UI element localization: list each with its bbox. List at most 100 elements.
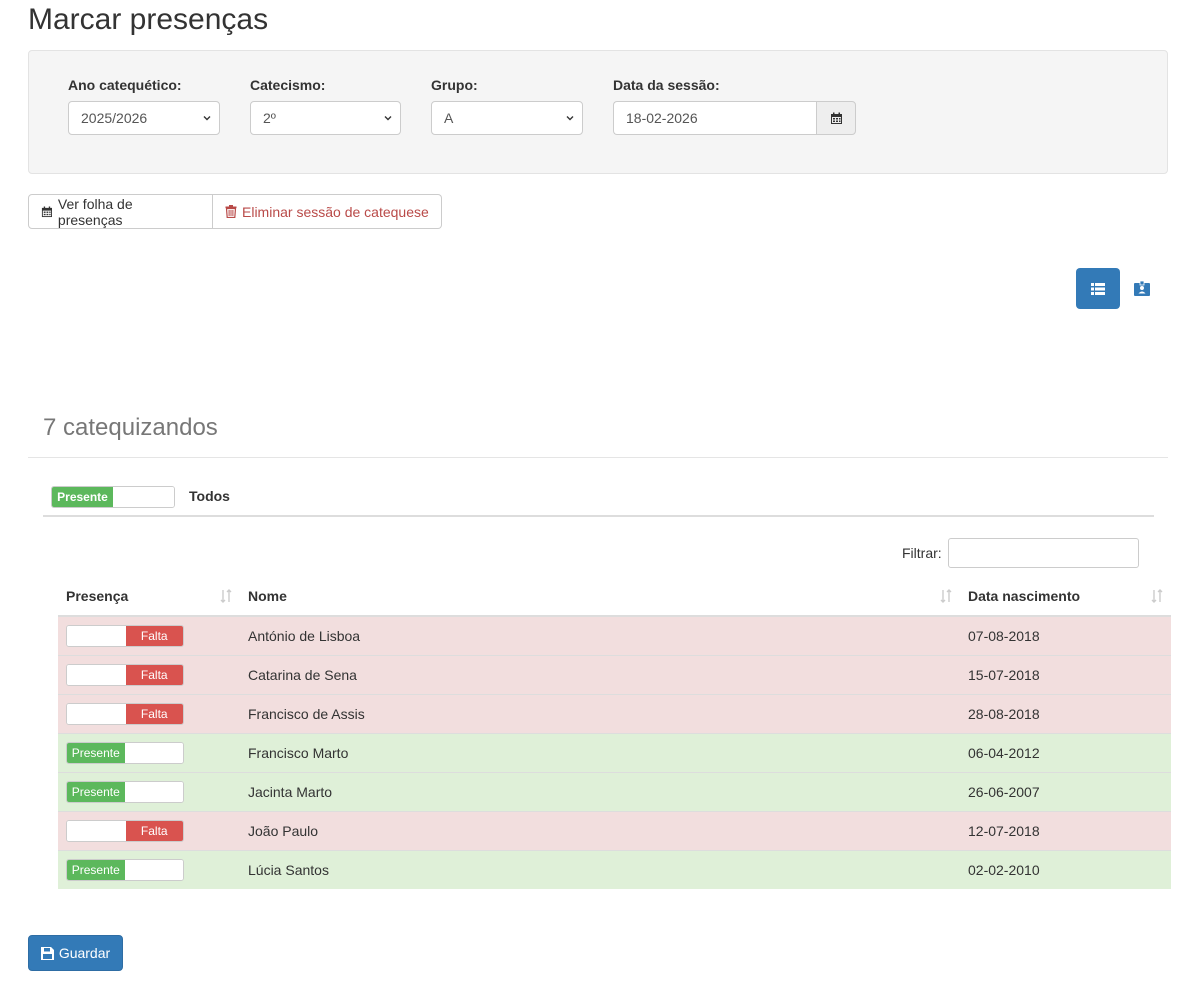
presenca-cell: Presente <box>58 771 240 811</box>
grupo-field: Grupo: A <box>431 76 583 135</box>
nascimento-cell: 02-02-2010 <box>960 849 1171 889</box>
session-actions: Ver folha de presenças Eliminar sessão d… <box>28 194 442 229</box>
presenca-cell: Presente <box>58 732 240 772</box>
data-field: Data da sessão: 18-02-2026 <box>613 76 856 135</box>
trash-icon <box>225 205 237 218</box>
sort-icon <box>940 589 952 603</box>
presenca-state: Falta <box>125 703 183 724</box>
switch-handle <box>113 487 174 507</box>
nome-cell: Francisco de Assis <box>240 693 960 733</box>
presenca-state: Presente <box>67 781 125 802</box>
attendance-table: Presença Nome Data nascimento Falta Antón… <box>58 577 1171 889</box>
presenca-state: Falta <box>125 625 183 646</box>
presenca-state: Presente <box>67 859 125 880</box>
table-row: Falta Catarina de Sena 15-07-2018 <box>58 654 1171 694</box>
presenca-switch[interactable]: Falta <box>66 663 184 686</box>
ver-folha-button[interactable]: Ver folha de presenças <box>28 194 213 229</box>
presenca-state: Falta <box>125 664 183 685</box>
column-header-label: Nome <box>248 588 287 604</box>
toggle-all-switch[interactable]: Presente <box>51 486 175 508</box>
column-header-label: Data nascimento <box>968 588 1081 604</box>
catecismo-value: 2º <box>263 110 276 126</box>
save-label: Guardar <box>58 945 111 961</box>
presenca-switch[interactable]: Presente <box>66 741 184 764</box>
chevron-down-icon <box>566 116 574 121</box>
switch-handle <box>124 781 183 802</box>
presenca-switch[interactable]: Presente <box>66 780 184 803</box>
divider <box>28 457 1168 458</box>
nascimento-cell: 28-08-2018 <box>960 693 1171 733</box>
eliminar-sessao-button[interactable]: Eliminar sessão de catequese <box>213 194 442 229</box>
catequizandos-count: 7 catequizandos <box>43 414 218 441</box>
table-body: Falta António de Lisboa 07-08-2018 Falta Cat… <box>58 615 1171 889</box>
table-row: Presente Jacinta Marto 26-06-2007 <box>58 771 1171 811</box>
nome-cell: Lúcia Santos <box>240 849 960 889</box>
presenca-state: Falta <box>125 820 183 841</box>
sort-icon <box>1151 589 1163 603</box>
list-view-button[interactable] <box>1076 268 1120 309</box>
nome-cell: João Paulo <box>240 810 960 850</box>
column-header-nascimento[interactable]: Data nascimento <box>960 577 1171 617</box>
presenca-cell: Presente <box>58 849 240 889</box>
sort-icon <box>220 589 232 603</box>
table-filter: Filtrar: <box>902 538 1139 568</box>
nascimento-cell: 06-04-2012 <box>960 732 1171 772</box>
nascimento-cell: 12-07-2018 <box>960 810 1171 850</box>
catecismo-field: Catecismo: 2º <box>250 76 401 135</box>
presenca-state: Presente <box>67 742 125 763</box>
nome-cell: António de Lisboa <box>240 615 960 655</box>
save-button[interactable]: Guardar <box>28 935 123 971</box>
presenca-switch[interactable]: Falta <box>66 702 184 725</box>
presenca-cell: Falta <box>58 615 240 655</box>
presenca-switch[interactable]: Presente <box>66 858 184 881</box>
ano-field: Ano catequético: 2025/2026 <box>68 76 220 135</box>
table-row: Falta Francisco de Assis 28-08-2018 <box>58 693 1171 733</box>
table-row: Falta António de Lisboa 07-08-2018 <box>58 615 1171 655</box>
toggle-all-label: Todos <box>189 488 230 504</box>
column-header-presenca[interactable]: Presença <box>58 577 240 617</box>
column-header-label: Presença <box>66 588 129 604</box>
table-header-row: Presença Nome Data nascimento <box>58 577 1171 617</box>
filter-label: Filtrar: <box>902 545 942 561</box>
card-view-button[interactable] <box>1120 268 1164 309</box>
table-row: Presente Francisco Marto 06-04-2012 <box>58 732 1171 772</box>
switch-handle <box>67 664 126 685</box>
floppy-disk-icon <box>40 946 54 960</box>
toggle-all-state: Presente <box>52 487 113 507</box>
eliminar-sessao-label: Eliminar sessão de catequese <box>242 203 429 220</box>
ano-value: 2025/2026 <box>81 110 148 126</box>
switch-handle <box>67 820 126 841</box>
nascimento-cell: 15-07-2018 <box>960 654 1171 694</box>
filter-input[interactable] <box>947 538 1139 568</box>
presenca-switch[interactable]: Falta <box>66 624 184 647</box>
toggle-all-row: Presente Todos <box>43 476 1154 517</box>
nascimento-cell: 07-08-2018 <box>960 615 1171 655</box>
grupo-select[interactable]: A <box>431 101 583 135</box>
presenca-switch[interactable]: Falta <box>66 819 184 842</box>
table-row: Falta João Paulo 12-07-2018 <box>58 810 1171 850</box>
ano-select[interactable]: 2025/2026 <box>68 101 220 135</box>
grupo-value: A <box>444 110 454 126</box>
ano-label: Ano catequético: <box>68 77 182 93</box>
nome-cell: Catarina de Sena <box>240 654 960 694</box>
calendar-icon <box>41 206 52 217</box>
switch-handle <box>124 742 183 763</box>
chevron-down-icon <box>203 116 211 121</box>
chevron-down-icon <box>384 116 392 121</box>
presenca-cell: Falta <box>58 693 240 733</box>
grupo-label: Grupo: <box>431 77 478 93</box>
date-input[interactable]: 18-02-2026 <box>613 101 816 135</box>
catecismo-select[interactable]: 2º <box>250 101 401 135</box>
date-picker: 18-02-2026 <box>613 101 856 135</box>
nome-cell: Francisco Marto <box>240 732 960 772</box>
nome-cell: Jacinta Marto <box>240 771 960 811</box>
presenca-cell: Falta <box>58 654 240 694</box>
calendar-button[interactable] <box>816 101 856 135</box>
switch-handle <box>124 859 183 880</box>
column-header-nome[interactable]: Nome <box>240 577 960 617</box>
list-view-icon <box>1091 282 1105 295</box>
page-title: Marcar presenças <box>28 3 269 36</box>
catecismo-label: Catecismo: <box>250 77 326 93</box>
calendar-icon <box>830 112 842 124</box>
ver-folha-label: Ver folha de presenças <box>57 195 133 228</box>
